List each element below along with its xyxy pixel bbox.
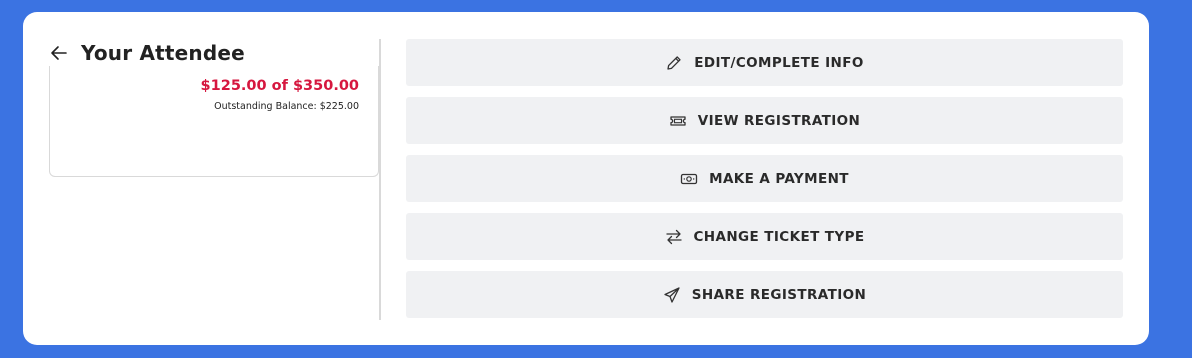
action-list: EDIT/COMPLETE INFO VIEW REGISTRATION MAK… xyxy=(406,39,1123,329)
action-label: SHARE REGISTRATION xyxy=(691,286,867,303)
attendee-card: Your Attendee $125.00 of $350.00 Outstan… xyxy=(23,12,1149,345)
action-label: CHANGE TICKET TYPE xyxy=(693,228,865,245)
vertical-divider xyxy=(379,39,381,320)
header: Your Attendee xyxy=(49,40,245,66)
balance-amount: $125.00 of $350.00 xyxy=(200,78,359,94)
swap-arrows-icon xyxy=(665,228,683,246)
make-payment-button[interactable]: MAKE A PAYMENT xyxy=(406,155,1123,202)
arrow-left-icon[interactable] xyxy=(49,43,69,63)
attendee-balance-panel: $125.00 of $350.00 Outstanding Balance: … xyxy=(49,66,379,177)
edit-complete-info-button[interactable]: EDIT/COMPLETE INFO xyxy=(406,39,1123,86)
paper-plane-icon xyxy=(663,286,681,304)
page-title: Your Attendee xyxy=(81,41,245,65)
action-label: EDIT/COMPLETE INFO xyxy=(694,54,864,71)
view-registration-button[interactable]: VIEW REGISTRATION xyxy=(406,97,1123,144)
change-ticket-type-button[interactable]: CHANGE TICKET TYPE xyxy=(406,213,1123,260)
share-registration-button[interactable]: SHARE REGISTRATION xyxy=(406,271,1123,318)
ticket-icon xyxy=(669,112,687,130)
pencil-icon xyxy=(665,54,683,72)
cash-icon xyxy=(680,170,698,188)
action-label: MAKE A PAYMENT xyxy=(709,170,849,187)
action-label: VIEW REGISTRATION xyxy=(697,112,861,129)
outstanding-balance: Outstanding Balance: $225.00 xyxy=(214,101,359,112)
